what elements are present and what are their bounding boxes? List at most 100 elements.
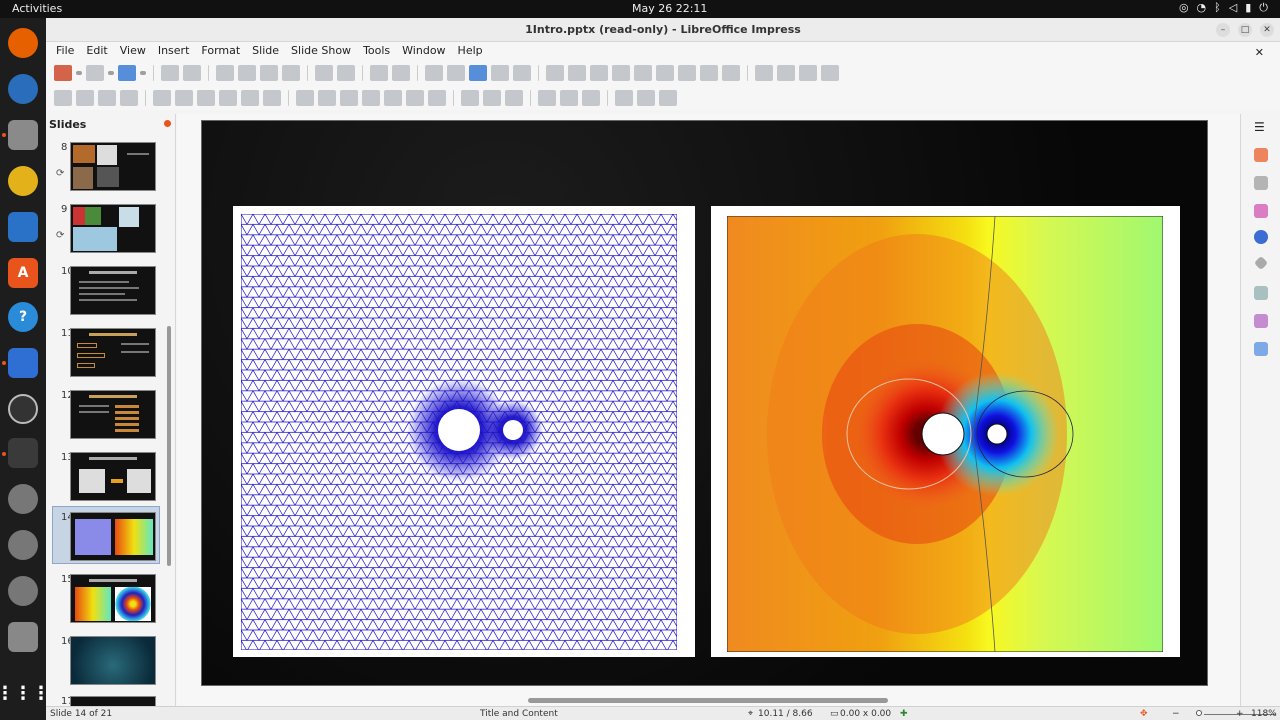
menu-file[interactable]: File (52, 42, 78, 60)
menu-window[interactable]: Window (398, 42, 449, 60)
rectangle-icon[interactable] (175, 89, 193, 106)
draw-icon[interactable] (722, 64, 740, 81)
navigator-icon[interactable] (1254, 314, 1268, 328)
zoom-slider-knob[interactable] (1196, 710, 1202, 716)
volume-icon[interactable]: ◁ (1229, 1, 1237, 15)
spelling-icon[interactable] (392, 64, 410, 81)
arrow-icon[interactable] (219, 89, 237, 106)
line-icon[interactable] (153, 89, 171, 106)
fill-color-icon[interactable] (120, 89, 138, 106)
chevron-down-icon[interactable] (108, 70, 114, 75)
slide-layout-icon[interactable] (821, 64, 839, 81)
writer-icon[interactable] (8, 212, 38, 242)
firefox-icon[interactable] (8, 28, 38, 58)
potential-field-image[interactable] (711, 206, 1180, 657)
files-icon[interactable] (8, 120, 38, 150)
connector-icon[interactable] (263, 89, 281, 106)
slide-thumbnail-13[interactable] (70, 452, 156, 501)
chevron-down-icon[interactable] (140, 70, 146, 75)
maximize-icon[interactable]: □ (1238, 23, 1252, 37)
table-icon[interactable] (546, 64, 564, 81)
animation-icon[interactable] (1254, 204, 1268, 218)
menu-edit[interactable]: Edit (82, 42, 111, 60)
open-icon[interactable] (86, 64, 104, 81)
slide-thumbnail-14[interactable] (70, 512, 156, 561)
close-icon[interactable]: ✕ (1260, 23, 1274, 37)
obs-icon[interactable] (8, 394, 38, 424)
gallery-icon[interactable] (1254, 286, 1268, 300)
slide-transition-icon[interactable] (777, 64, 795, 81)
start-from-current-icon[interactable] (513, 64, 531, 81)
grid-icon[interactable] (425, 64, 443, 81)
display-views-icon[interactable] (447, 64, 465, 81)
ssd-drive-icon[interactable] (8, 622, 38, 652)
styles-icon[interactable] (1254, 342, 1268, 356)
menu-slide[interactable]: Slide (248, 42, 283, 60)
activities-button[interactable]: Activities (12, 2, 62, 15)
find-replace-icon[interactable] (370, 64, 388, 81)
glue-points-icon[interactable] (637, 89, 655, 106)
master-slides-icon[interactable] (1254, 230, 1268, 244)
slide-thumbnail-10[interactable] (70, 266, 156, 315)
close-document-icon[interactable]: ✕ (1251, 44, 1268, 61)
fontwork-icon[interactable] (678, 64, 696, 81)
slide-thumbnail-16[interactable] (70, 636, 156, 685)
horizontal-scrollbar[interactable] (528, 698, 888, 703)
basic-shapes-icon[interactable] (296, 89, 314, 106)
app-center-icon[interactable]: A (8, 258, 38, 288)
zoom-in-icon[interactable]: + (1236, 709, 1244, 719)
sidebar-menu-icon[interactable]: ☰ (1254, 120, 1268, 134)
callout-icon[interactable] (384, 89, 402, 106)
minimize-icon[interactable]: – (1216, 23, 1230, 37)
text-box-icon[interactable] (634, 64, 652, 81)
menu-insert[interactable]: Insert (154, 42, 194, 60)
shapes-icon[interactable] (1253, 255, 1269, 271)
menu-help[interactable]: Help (454, 42, 487, 60)
image-icon[interactable] (568, 64, 586, 81)
zoom-pan-icon[interactable] (76, 89, 94, 106)
copy-icon[interactable] (238, 64, 256, 81)
help-icon[interactable]: ? (8, 302, 38, 332)
curve-icon[interactable] (241, 89, 259, 106)
wifi-icon[interactable]: ◔ (1197, 1, 1207, 15)
slide-thumbnail-12[interactable] (70, 390, 156, 439)
chart-icon[interactable] (612, 64, 630, 81)
impress-icon[interactable] (8, 438, 38, 468)
stars-icon[interactable] (406, 89, 424, 106)
shadow-icon[interactable] (538, 89, 556, 106)
slide-thumbnail-15[interactable] (70, 574, 156, 623)
hyperlink-icon[interactable] (700, 64, 718, 81)
cut-icon[interactable] (216, 64, 234, 81)
slides-pane-scrollbar[interactable] (167, 326, 171, 566)
clock[interactable]: May 26 22:11 (632, 2, 707, 15)
ellipse-icon[interactable] (197, 89, 215, 106)
align-icon[interactable] (483, 89, 501, 106)
properties-icon[interactable] (1254, 148, 1268, 162)
zoom-out-icon[interactable]: − (1172, 709, 1180, 719)
slide-thumbnail-11[interactable] (70, 328, 156, 377)
current-slide[interactable] (201, 120, 1208, 686)
export-pdf-icon[interactable] (161, 64, 179, 81)
rhythmbox-icon[interactable] (8, 166, 38, 196)
slide-edit-area[interactable] (177, 114, 1240, 706)
slide-thumbnail-8[interactable] (70, 142, 156, 191)
filter-icon[interactable] (582, 89, 600, 106)
new-icon[interactable] (54, 64, 72, 81)
flowchart-icon[interactable] (362, 89, 380, 106)
power-icon[interactable]: ⏻ (1259, 1, 1268, 15)
ubuntu-pro-icon[interactable]: ◎ (1179, 1, 1189, 15)
thunderbird-icon[interactable] (8, 74, 38, 104)
slide-transition-icon[interactable] (1254, 176, 1268, 190)
points-icon[interactable] (615, 89, 633, 106)
disc-icon[interactable] (8, 484, 38, 514)
comment-icon[interactable] (755, 64, 773, 81)
menu-slide-show[interactable]: Slide Show (287, 42, 355, 60)
3d-objects-icon[interactable] (428, 89, 446, 106)
save-icon[interactable] (118, 64, 136, 81)
redo-icon[interactable] (337, 64, 355, 81)
block-arrows-icon[interactable] (340, 89, 358, 106)
crop-icon[interactable] (560, 89, 578, 106)
special-character-icon[interactable] (656, 64, 674, 81)
disc-icon[interactable] (8, 530, 38, 560)
start-from-first-icon[interactable] (491, 64, 509, 81)
